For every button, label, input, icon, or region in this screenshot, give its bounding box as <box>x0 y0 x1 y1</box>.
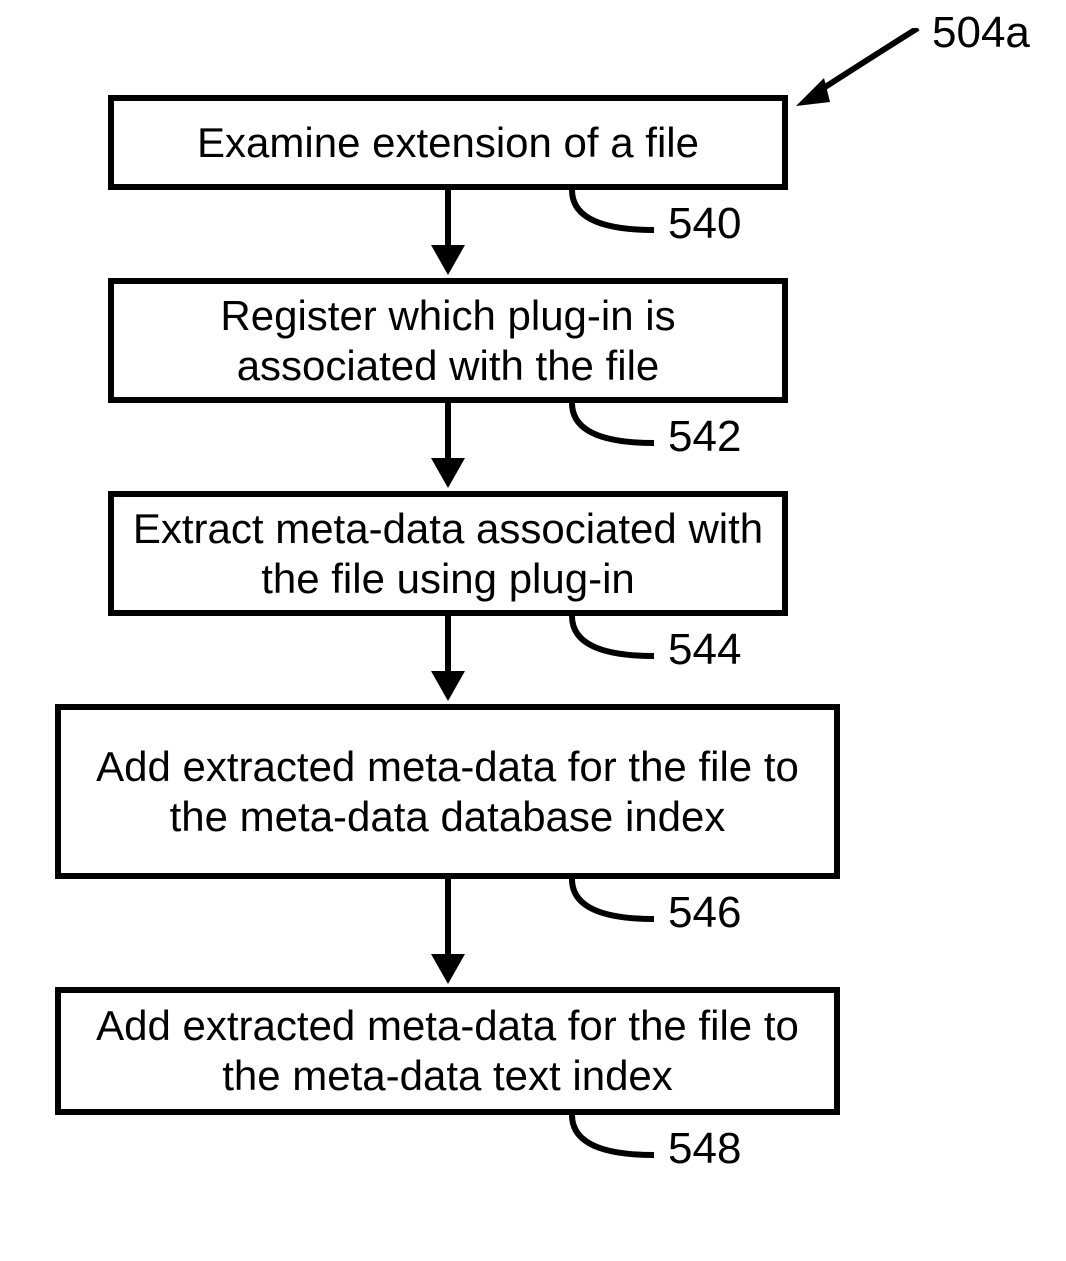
leader-548 <box>568 1111 658 1171</box>
leader-544 <box>568 612 658 672</box>
step-text: Extract meta-data associated with the fi… <box>114 504 782 603</box>
step-text: Add extracted meta-data for the file to … <box>61 742 834 841</box>
arrow-3-head <box>431 671 465 701</box>
step-num-546: 546 <box>668 888 741 938</box>
step-num-540: 540 <box>668 199 741 249</box>
step-box-542: Register which plug-in is associated wit… <box>108 278 788 403</box>
step-box-544: Extract meta-data associated with the fi… <box>108 491 788 616</box>
arrow-2-head <box>431 458 465 488</box>
figure-label: 504a <box>932 8 1030 58</box>
arrow-3-shaft <box>445 616 451 671</box>
figure-pointer-arrow <box>768 28 928 118</box>
step-box-548: Add extracted meta-data for the file to … <box>55 987 840 1115</box>
step-text: Add extracted meta-data for the file to … <box>61 1001 834 1100</box>
arrow-4-head <box>431 954 465 984</box>
arrow-1-head <box>431 245 465 275</box>
step-text: Examine extension of a file <box>179 118 717 168</box>
step-text: Register which plug-in is associated wit… <box>114 291 782 390</box>
step-num-548: 548 <box>668 1124 741 1174</box>
step-box-540: Examine extension of a file <box>108 95 788 190</box>
step-num-544: 544 <box>668 625 741 675</box>
step-num-542: 542 <box>668 412 741 462</box>
leader-540 <box>568 186 658 246</box>
arrow-2-shaft <box>445 403 451 458</box>
leader-542 <box>568 399 658 459</box>
arrow-4-shaft <box>445 879 451 954</box>
step-box-546: Add extracted meta-data for the file to … <box>55 704 840 879</box>
arrow-1-shaft <box>445 190 451 245</box>
flowchart-canvas: 504a Examine extension of a file 540 Reg… <box>0 0 1066 1261</box>
leader-546 <box>568 875 658 935</box>
